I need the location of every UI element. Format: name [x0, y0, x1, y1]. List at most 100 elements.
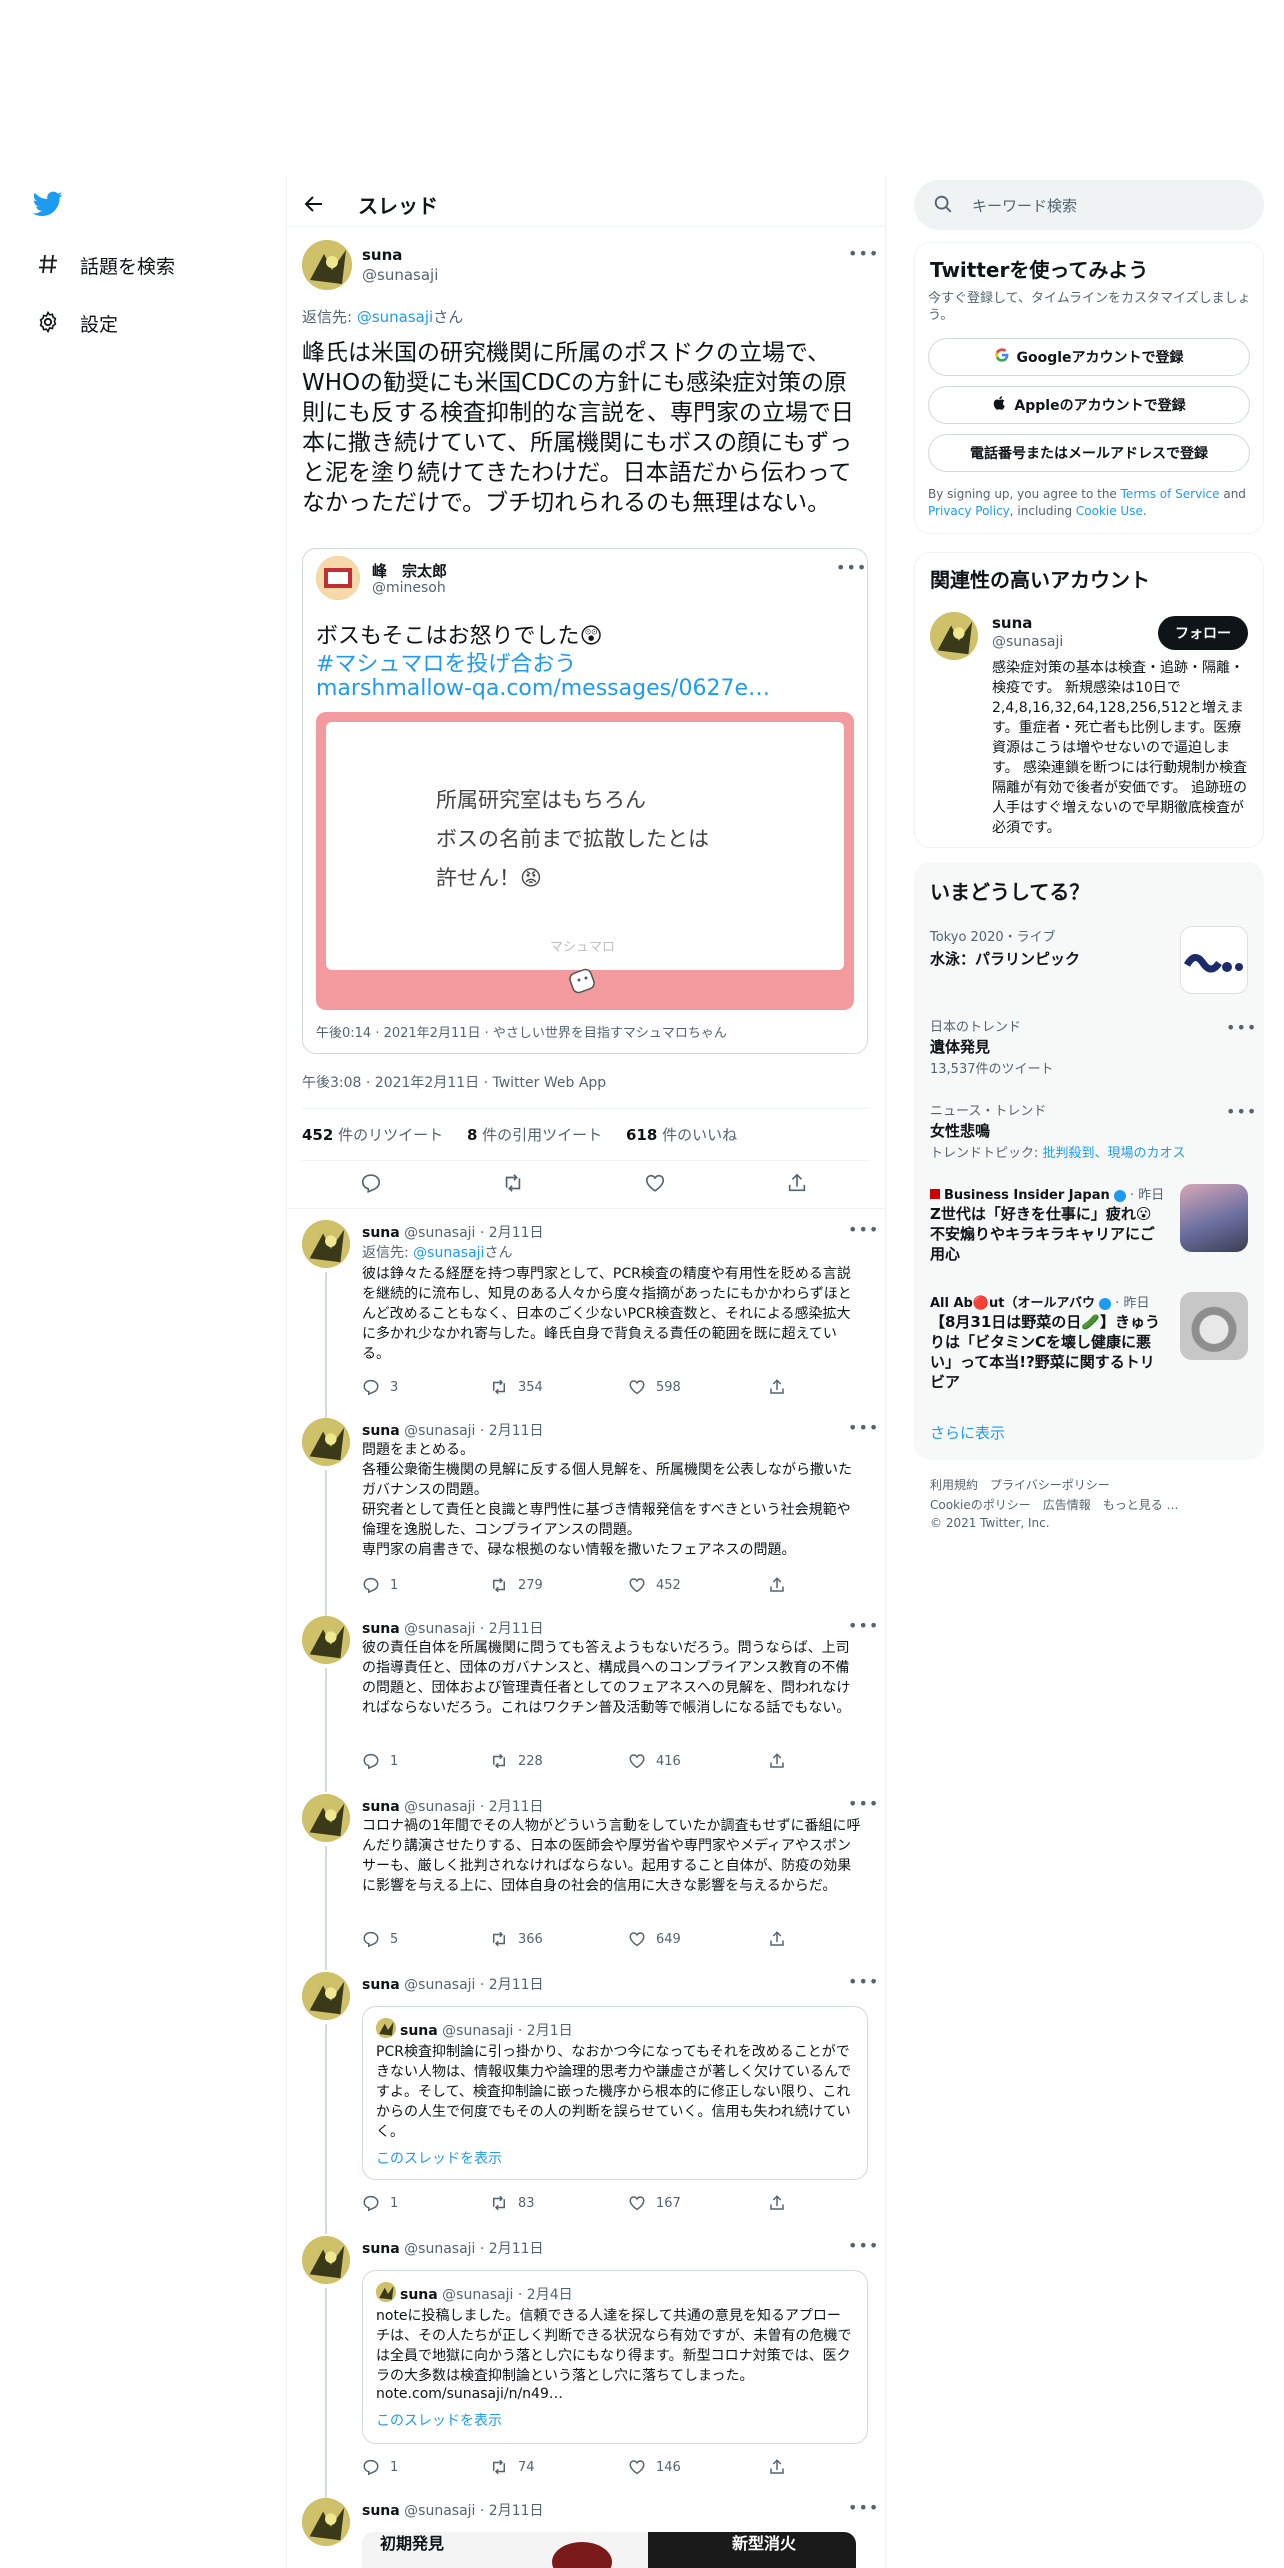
- retweet-icon[interactable]: 228: [490, 1752, 543, 1770]
- like-icon[interactable]: 649: [628, 1930, 681, 1948]
- avatar[interactable]: [302, 240, 352, 290]
- reply-icon[interactable]: 1: [362, 1752, 398, 1770]
- more-options-icon[interactable]: •••: [848, 1794, 879, 1813]
- trend-title[interactable]: 水泳：パラリンピック: [930, 948, 1080, 969]
- gear-icon[interactable]: [30, 304, 66, 340]
- like-count-link[interactable]: 618 件のいいね: [626, 1126, 737, 1144]
- retweet-count-link[interactable]: 452 件のリツイート: [302, 1126, 443, 1144]
- more-options-icon[interactable]: •••: [848, 1616, 879, 1635]
- follow-button[interactable]: フォロー: [1158, 616, 1248, 650]
- reply-icon[interactable]: 1: [362, 1576, 398, 1594]
- retweet-icon[interactable]: 366: [490, 1930, 543, 1948]
- author-handle[interactable]: @sunasaji: [404, 1977, 475, 1993]
- twitter-logo-icon[interactable]: [30, 186, 66, 222]
- quote-avatar[interactable]: [376, 2282, 396, 2302]
- share-icon[interactable]: [768, 1930, 796, 1948]
- quote-avatar[interactable]: [376, 2018, 396, 2038]
- google-signup-button[interactable]: Googleアカウントで登録: [928, 338, 1250, 376]
- quote-author-handle[interactable]: @minesoh: [372, 580, 446, 596]
- quote-url[interactable]: note.com/sunasaji/n/n49…: [376, 2386, 563, 2402]
- hashtag-icon[interactable]: [30, 246, 66, 282]
- like-icon[interactable]: [644, 1172, 676, 1194]
- retweet-icon[interactable]: 74: [490, 2458, 535, 2476]
- author-name[interactable]: suna: [362, 1977, 400, 1993]
- author-handle[interactable]: @sunasaji: [404, 1423, 475, 1439]
- trend-title[interactable]: 女性悲鳴: [930, 1120, 990, 1141]
- share-icon[interactable]: [768, 1752, 796, 1770]
- nav-settings-label[interactable]: 設定: [80, 310, 118, 337]
- trend-thumbnail[interactable]: [1180, 926, 1248, 994]
- trend-more-icon[interactable]: •••: [1226, 1018, 1257, 1037]
- tweet-date[interactable]: · 2月11日: [480, 2503, 544, 2519]
- retweet-icon[interactable]: 354: [490, 1378, 543, 1396]
- author-handle[interactable]: @sunasaji: [404, 2241, 475, 2257]
- tweet-date[interactable]: · 2月11日: [480, 1977, 544, 1993]
- reply-handle-link[interactable]: @sunasaji: [413, 1245, 484, 1261]
- author-handle[interactable]: @sunasaji: [404, 2503, 475, 2519]
- news-thumbnail[interactable]: [1180, 1292, 1248, 1360]
- footer-links-1[interactable]: 利用規約 プライバシーポリシー: [930, 1476, 1110, 1493]
- show-thread-link[interactable]: このスレッドを表示: [376, 2148, 502, 2168]
- avatar[interactable]: [302, 1972, 350, 2020]
- trend-topics-links[interactable]: 批判殺到、現場のカオス: [1043, 1146, 1186, 1161]
- quote-hashtag-link[interactable]: #マシュマロを投げ合おう: [316, 646, 576, 678]
- relevant-handle[interactable]: @sunasaji: [992, 634, 1063, 650]
- more-options-icon[interactable]: •••: [848, 2498, 879, 2517]
- reply-icon[interactable]: 5: [362, 1930, 398, 1948]
- search-placeholder[interactable]: キーワード検索: [972, 195, 1077, 216]
- author-name[interactable]: suna: [362, 246, 402, 264]
- share-icon[interactable]: [786, 1172, 818, 1194]
- more-options-icon[interactable]: •••: [848, 1972, 879, 1991]
- author-handle[interactable]: @sunasaji: [404, 1621, 475, 1637]
- like-icon[interactable]: 598: [628, 1378, 681, 1396]
- author-name[interactable]: suna: [362, 1423, 400, 1439]
- avatar[interactable]: [302, 1794, 350, 1842]
- share-icon[interactable]: [768, 1378, 796, 1396]
- reply-icon[interactable]: 3: [362, 1378, 398, 1396]
- cookie-link[interactable]: Cookie Use: [1076, 504, 1143, 518]
- tweet-date[interactable]: · 2月11日: [480, 2241, 544, 2257]
- news-title[interactable]: Z世代は「好きを仕事に」疲れ😮 不安煽りやキラキラキャリアにご用心: [930, 1204, 1166, 1264]
- quote-more-options-icon[interactable]: •••: [836, 558, 867, 577]
- tweet-date[interactable]: · 2月11日: [480, 1621, 544, 1637]
- author-name[interactable]: suna: [362, 2503, 400, 2519]
- author-name[interactable]: suna: [362, 2241, 400, 2257]
- like-icon[interactable]: 452: [628, 1576, 681, 1594]
- quote-url-link[interactable]: marshmallow-qa.com/messages/0627e…: [316, 676, 770, 701]
- share-icon[interactable]: [768, 2458, 796, 2476]
- reply-icon[interactable]: [360, 1172, 392, 1194]
- like-icon[interactable]: 146: [628, 2458, 681, 2476]
- reply-icon[interactable]: 1: [362, 2194, 398, 2212]
- tweet-date[interactable]: · 2月11日: [480, 1225, 544, 1241]
- more-options-icon[interactable]: •••: [848, 2236, 879, 2255]
- search-box[interactable]: [914, 180, 1264, 230]
- show-thread-link[interactable]: このスレッドを表示: [376, 2410, 502, 2430]
- avatar[interactable]: [302, 1616, 350, 1664]
- share-icon[interactable]: [768, 1576, 796, 1594]
- privacy-link[interactable]: Privacy Policy: [928, 504, 1010, 518]
- tweet-timestamp[interactable]: 午後3:08 · 2021年2月11日 · Twitter Web App: [302, 1072, 606, 1092]
- quote-author-name[interactable]: 峰 宗太郎: [372, 560, 447, 581]
- phone-email-signup-button[interactable]: 電話番号またはメールアドレスで登録: [928, 434, 1250, 472]
- avatar[interactable]: [302, 1418, 350, 1466]
- avatar[interactable]: [302, 1220, 350, 1268]
- nav-explore-label[interactable]: 話題を検索: [80, 252, 175, 279]
- quote-count-link[interactable]: 8 件の引用ツイート: [467, 1126, 602, 1144]
- show-more-link[interactable]: さらに表示: [930, 1422, 1005, 1443]
- news-title[interactable]: 【8月31日は野菜の日🥒】きゅうりは「ビタミンCを壊し健康に悪い」って本当!?野…: [930, 1312, 1166, 1392]
- more-options-icon[interactable]: •••: [848, 1220, 879, 1239]
- trend-more-icon[interactable]: •••: [1226, 1102, 1257, 1121]
- terms-link[interactable]: Terms of Service: [1121, 487, 1220, 501]
- author-name[interactable]: suna: [362, 1225, 400, 1241]
- author-handle[interactable]: @sunasaji: [362, 266, 438, 284]
- like-icon[interactable]: 416: [628, 1752, 681, 1770]
- trend-title[interactable]: 遺体発見: [930, 1036, 990, 1057]
- reply-icon[interactable]: 1: [362, 2458, 398, 2476]
- retweet-icon[interactable]: 279: [490, 1576, 543, 1594]
- footer-links-2[interactable]: Cookieのポリシー 広告情報 もっと見る …: [930, 1496, 1179, 1513]
- like-icon[interactable]: 167: [628, 2194, 681, 2212]
- avatar[interactable]: [302, 2498, 350, 2546]
- reply-handle-link[interactable]: @sunasaji: [357, 308, 433, 326]
- quote-avatar[interactable]: [316, 556, 360, 600]
- relevant-name[interactable]: suna: [992, 614, 1032, 632]
